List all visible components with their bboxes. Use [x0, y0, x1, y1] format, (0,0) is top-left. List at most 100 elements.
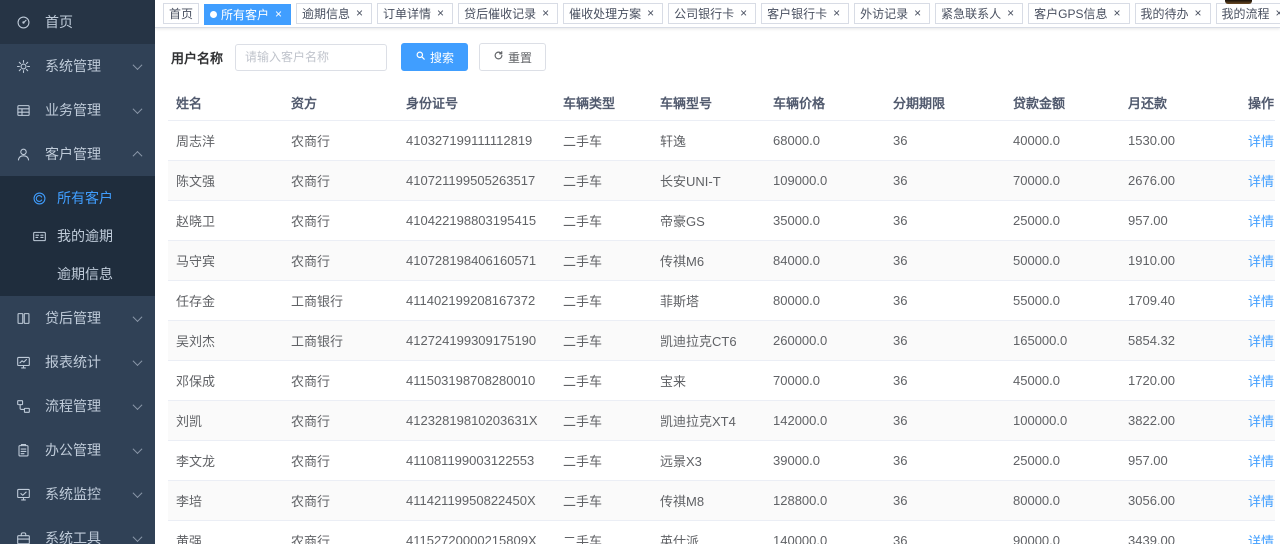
detail-link[interactable]: 详情: [1248, 294, 1274, 309]
tab-visit-records[interactable]: 外访记录×: [854, 3, 930, 24]
close-icon[interactable]: ×: [911, 7, 924, 20]
tab-post-loan-collection-records[interactable]: 贷后催收记录×: [458, 3, 558, 24]
close-icon[interactable]: ×: [1273, 7, 1280, 20]
cell-loan_amount: 25000.0: [1005, 201, 1120, 241]
detail-link[interactable]: 详情: [1248, 334, 1274, 349]
cell-name: 刘凯: [168, 401, 283, 441]
dashboard-icon: [16, 14, 37, 30]
content-panel: 用户名称 搜索 重置 姓名资方身份证号车辆类型车辆型号车: [155, 28, 1280, 544]
cell-id_number: 410422198803195415: [398, 201, 555, 241]
search-icon: [415, 50, 426, 64]
search-button[interactable]: 搜索: [401, 43, 468, 71]
reset-button[interactable]: 重置: [479, 43, 546, 71]
monitor-check-icon: [16, 486, 37, 502]
cell-id_number: 410721199505263517: [398, 161, 555, 201]
close-icon[interactable]: ×: [272, 8, 285, 21]
sidebar-item-all-customers[interactable]: 所有客户: [0, 179, 155, 217]
sidebar-item-system-tools[interactable]: 系统工具: [0, 516, 155, 544]
cell-id_number: 412724199309175190: [398, 321, 555, 361]
cell-installment_term: 36: [885, 161, 1005, 201]
cell-vehicle_price: 80000.0: [765, 281, 885, 321]
sidebar-item-system-management[interactable]: 系统管理: [0, 44, 155, 88]
cell-vehicle_type: 二手车: [555, 481, 652, 521]
sidebar-item-report-statistics[interactable]: 报表统计: [0, 340, 155, 384]
close-icon[interactable]: ×: [1192, 7, 1205, 20]
detail-link[interactable]: 详情: [1248, 374, 1274, 389]
tab-label: 公司银行卡: [674, 5, 734, 22]
cell-vehicle_model: 传祺M8: [652, 481, 765, 521]
detail-link[interactable]: 详情: [1248, 414, 1274, 429]
detail-link[interactable]: 详情: [1248, 254, 1274, 269]
tab-all-customers[interactable]: 所有客户×: [204, 4, 291, 25]
column-header-loan_amount: 贷款金额: [1005, 85, 1120, 121]
close-icon[interactable]: ×: [644, 7, 657, 20]
sidebar-item-label: 报表统计: [45, 352, 134, 372]
tab-collection-plan[interactable]: 催收处理方案×: [563, 3, 663, 24]
toolbox-icon: [16, 530, 37, 544]
cell-vehicle_model: 英仕派: [652, 521, 765, 544]
tab-my-todo[interactable]: 我的待办×: [1135, 3, 1211, 24]
table-row: 赵晓卫农商行410422198803195415二手车帝豪GS35000.036…: [168, 201, 1275, 241]
cell-vehicle_type: 二手车: [555, 241, 652, 281]
detail-link[interactable]: 详情: [1248, 534, 1274, 544]
sidebar-submenu-customer-management: 所有客户我的逾期逾期信息: [0, 176, 155, 296]
sidebar-item-customer-management[interactable]: 客户管理: [0, 132, 155, 176]
cell-monthly_payment: 1709.40: [1120, 281, 1240, 321]
close-icon[interactable]: ×: [353, 7, 366, 20]
tab-home[interactable]: 首页: [163, 3, 199, 24]
close-icon[interactable]: ×: [539, 7, 552, 20]
cell-loan_amount: 45000.0: [1005, 361, 1120, 401]
cell-name: 李培: [168, 481, 283, 521]
sidebar-item-overdue-info[interactable]: 逾期信息: [0, 255, 155, 293]
tab-customer-bank-card[interactable]: 客户银行卡×: [761, 3, 849, 24]
sidebar-item-business-management[interactable]: 业务管理: [0, 88, 155, 132]
column-header-id_number: 身份证号: [398, 85, 555, 121]
tab-overdue-info[interactable]: 逾期信息×: [296, 3, 372, 24]
cell-vehicle_price: 39000.0: [765, 441, 885, 481]
tab-company-bank-card[interactable]: 公司银行卡×: [668, 3, 756, 24]
cell-loan_amount: 100000.0: [1005, 401, 1120, 441]
cell-name: 邓保成: [168, 361, 283, 401]
cell-installment_term: 36: [885, 241, 1005, 281]
close-icon[interactable]: ×: [737, 7, 750, 20]
detail-link[interactable]: 详情: [1248, 134, 1274, 149]
close-icon[interactable]: ×: [1004, 7, 1017, 20]
close-icon[interactable]: ×: [1111, 7, 1124, 20]
cell-installment_term: 36: [885, 481, 1005, 521]
sidebar-item-office-management[interactable]: 办公管理: [0, 428, 155, 472]
tab-customer-gps-info[interactable]: 客户GPS信息×: [1028, 3, 1129, 24]
cell-vehicle_type: 二手车: [555, 401, 652, 441]
cell-installment_term: 36: [885, 281, 1005, 321]
cell-vehicle_price: 128800.0: [765, 481, 885, 521]
tab-my-process[interactable]: 我的流程×: [1216, 3, 1280, 24]
close-icon[interactable]: ×: [830, 7, 843, 20]
detail-link[interactable]: 详情: [1248, 454, 1274, 469]
tab-label: 我的待办: [1141, 5, 1189, 22]
cell-id_number: 41232819810203631X: [398, 401, 555, 441]
close-icon[interactable]: ×: [434, 7, 447, 20]
cell-vehicle_model: 宝来: [652, 361, 765, 401]
column-header-vehicle_type: 车辆类型: [555, 85, 652, 121]
sidebar-item-process-management[interactable]: 流程管理: [0, 384, 155, 428]
blank-icon: [32, 266, 51, 282]
sidebar-item-label: 系统工具: [45, 528, 134, 544]
column-header-vehicle_price: 车辆价格: [765, 85, 885, 121]
sidebar-item-post-loan-management[interactable]: 贷后管理: [0, 296, 155, 340]
sidebar-item-my-overdue[interactable]: 我的逾期: [0, 217, 155, 255]
detail-link[interactable]: 详情: [1248, 494, 1274, 509]
tabs-container: 首页所有客户×逾期信息×订单详情×贷后催收记录×催收处理方案×公司银行卡×客户银…: [163, 3, 1280, 25]
column-header-monthly_payment: 月还款: [1120, 85, 1240, 121]
detail-link[interactable]: 详情: [1248, 214, 1274, 229]
cell-action: 详情: [1240, 481, 1275, 521]
tab-label: 订单详情: [383, 5, 431, 22]
chart-monitor-icon: [16, 354, 37, 370]
sidebar-item-system-monitoring[interactable]: 系统监控: [0, 472, 155, 516]
cell-id_number: 41142119950822450X: [398, 481, 555, 521]
tab-emergency-contacts[interactable]: 紧急联系人×: [935, 3, 1023, 24]
sidebar-item-label: 首页: [45, 12, 143, 32]
tab-order-detail[interactable]: 订单详情×: [377, 3, 453, 24]
detail-link[interactable]: 详情: [1248, 174, 1274, 189]
customer-name-input[interactable]: [235, 44, 387, 71]
cell-vehicle_type: 二手车: [555, 121, 652, 161]
sidebar-item-home[interactable]: 首页: [0, 0, 155, 44]
